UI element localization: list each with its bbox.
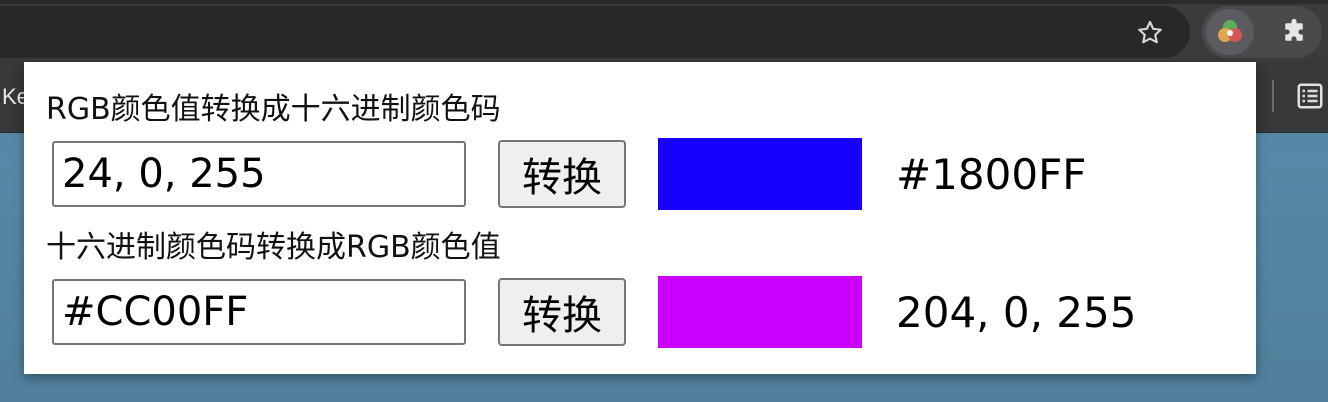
- rgb-result: 204, 0, 255: [896, 288, 1137, 337]
- extension-popup: RGB颜色值转换成十六进制颜色码 转换 #1800FF 十六进制颜色码转换成RG…: [24, 62, 1256, 374]
- hex-to-rgb-heading: 十六进制颜色码转换成RGB颜色值: [46, 230, 501, 265]
- rgb-input[interactable]: [52, 141, 466, 207]
- reading-list-icon[interactable]: [1292, 78, 1328, 114]
- address-bar[interactable]: [0, 6, 1190, 58]
- browser-toolbar: [0, 0, 1328, 62]
- hex-color-swatch: [658, 138, 862, 210]
- rgb-to-hex-convert-button[interactable]: 转换: [498, 140, 626, 208]
- bookmark-star-icon[interactable]: [1130, 16, 1170, 50]
- bookmarks-divider: [1272, 80, 1274, 112]
- rgb-to-hex-heading: RGB颜色值转换成十六进制颜色码: [46, 92, 501, 127]
- hex-input[interactable]: [52, 279, 466, 345]
- rgb-color-swatch: [658, 276, 862, 348]
- hex-result: #1800FF: [896, 150, 1087, 199]
- color-converter-extension-icon[interactable]: [1206, 9, 1254, 55]
- tab-strip-edge: [0, 0, 1328, 4]
- hex-to-rgb-convert-button[interactable]: 转换: [498, 278, 626, 346]
- extensions-puzzle-icon[interactable]: [1274, 14, 1314, 50]
